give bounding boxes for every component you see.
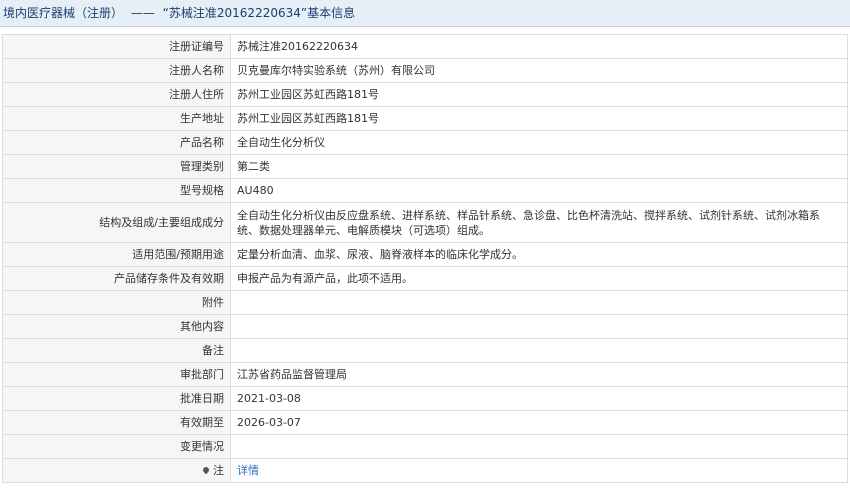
table-row: 审批部门 江苏省药品监督管理局 [2, 362, 848, 387]
row-label: 有效期至 [2, 410, 231, 435]
table-row: 变更情况 [2, 434, 848, 459]
row-label: 其他内容 [2, 314, 231, 339]
row-label: 管理类别 [2, 154, 231, 179]
table-row: 注册人住所 苏州工业园区苏虹西路181号 [2, 82, 848, 107]
table-row: 产品名称 全自动生化分析仪 [2, 130, 848, 155]
row-label: 产品储存条件及有效期 [2, 266, 231, 291]
table-row: 注册证编号 苏械注准20162220634 [2, 34, 848, 59]
row-value [230, 434, 848, 459]
row-value [230, 290, 848, 315]
row-label: 批准日期 [2, 386, 231, 411]
row-label: 变更情况 [2, 434, 231, 459]
row-label: 注册人住所 [2, 82, 231, 107]
table-row: 管理类别 第二类 [2, 154, 848, 179]
note-value-cell: 详情 [230, 458, 848, 483]
table-row: 有效期至 2026-03-07 [2, 410, 848, 435]
row-label: 适用范围/预期用途 [2, 242, 231, 267]
row-label: 备注 [2, 338, 231, 363]
page-title: “苏械注准20162220634”基本信息 [162, 6, 356, 20]
page-header: 境内医疗器械（注册） —— “苏械注准20162220634”基本信息 [0, 0, 850, 27]
row-value [230, 338, 848, 363]
row-label: 注册证编号 [2, 34, 231, 59]
row-value: 申报产品为有源产品，此项不适用。 [230, 266, 848, 291]
note-label: 注 [213, 464, 224, 477]
row-label: 型号规格 [2, 178, 231, 203]
row-value: 第二类 [230, 154, 848, 179]
row-value: 苏械注准20162220634 [230, 34, 848, 59]
row-value: 苏州工业园区苏虹西路181号 [230, 106, 848, 131]
row-value: 全自动生化分析仪 [230, 130, 848, 155]
table-row: 其他内容 [2, 314, 848, 339]
row-label: 生产地址 [2, 106, 231, 131]
row-value: 定量分析血清、血浆、尿液、脑脊液样本的临床化学成分。 [230, 242, 848, 267]
row-value: 全自动生化分析仪由反应盘系统、进样系统、样品针系统、急诊盘、比色杯清洗站、搅拌系… [230, 202, 848, 243]
row-value: AU480 [230, 178, 848, 203]
table-row: 产品储存条件及有效期 申报产品为有源产品，此项不适用。 [2, 266, 848, 291]
breadcrumb-section[interactable]: 境内医疗器械（注册） [3, 6, 123, 20]
pin-icon [201, 465, 211, 475]
table-row: 附件 [2, 290, 848, 315]
details-link[interactable]: 详情 [237, 464, 259, 477]
row-value: 苏州工业园区苏虹西路181号 [230, 82, 848, 107]
row-value: 贝克曼库尔特实验系统（苏州）有限公司 [230, 58, 848, 83]
row-label: 附件 [2, 290, 231, 315]
row-value: 2026-03-07 [230, 410, 848, 435]
table-row: 生产地址 苏州工业园区苏虹西路181号 [2, 106, 848, 131]
row-label: 结构及组成/主要组成成分 [2, 202, 231, 243]
row-label: 注册人名称 [2, 58, 231, 83]
table-row: 备注 [2, 338, 848, 363]
note-label-cell: 注 [2, 458, 231, 483]
title-separator: —— [130, 6, 155, 20]
row-value [230, 314, 848, 339]
row-label: 产品名称 [2, 130, 231, 155]
table-row: 结构及组成/主要组成成分 全自动生化分析仪由反应盘系统、进样系统、样品针系统、急… [2, 202, 848, 243]
row-value: 江苏省药品监督管理局 [230, 362, 848, 387]
table-row-note: 注 详情 [2, 458, 848, 483]
row-label: 审批部门 [2, 362, 231, 387]
table-row: 适用范围/预期用途 定量分析血清、血浆、尿液、脑脊液样本的临床化学成分。 [2, 242, 848, 267]
detail-table: 注册证编号 苏械注准20162220634 注册人名称 贝克曼库尔特实验系统（苏… [2, 34, 848, 483]
table-row: 注册人名称 贝克曼库尔特实验系统（苏州）有限公司 [2, 58, 848, 83]
row-value: 2021-03-08 [230, 386, 848, 411]
table-row: 批准日期 2021-03-08 [2, 386, 848, 411]
table-row: 型号规格 AU480 [2, 178, 848, 203]
